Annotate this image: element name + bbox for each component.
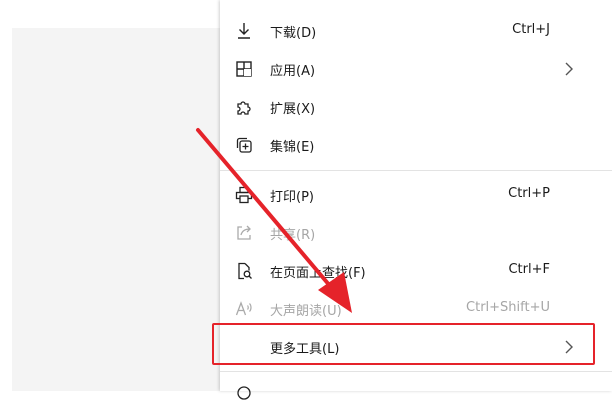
print-icon [233,184,255,206]
menu-item-shortcut: Ctrl+P [508,186,550,201]
menu-item-label: 大声朗读(U) [270,304,342,319]
menu-item-shortcut: Ctrl+J [512,22,550,37]
menu-item-share[interactable]: 共享(R) [220,214,612,252]
page-content-area [12,28,220,391]
collections-icon [233,134,255,156]
gear-icon [233,382,255,404]
menu-item-print[interactable]: 打印(P) Ctrl+P [220,176,612,214]
menu-item-apps[interactable]: 应用(A) [220,50,612,88]
more-tools-highlight-box [212,323,595,365]
menu-item-label: 应用(A) [270,64,316,79]
menu-divider [220,371,612,372]
read-aloud-icon [233,298,255,320]
chevron-right-icon [565,62,573,76]
menu-item-label: 打印(P) [270,190,314,205]
share-icon [233,222,255,244]
download-icon [233,20,255,42]
menu-item-downloads[interactable]: 下载(D) Ctrl+J [220,12,612,50]
menu-item-partial[interactable] [220,378,612,416]
find-on-page-icon [233,260,255,282]
menu-item-find-on-page[interactable]: 在页面上查找(F) Ctrl+F [220,252,612,290]
extensions-icon [233,96,255,118]
menu-item-shortcut: Ctrl+F [508,262,550,277]
menu-item-extensions[interactable]: 扩展(X) [220,88,612,126]
menu-item-label: 集锦(E) [270,140,315,155]
menu-item-label: 扩展(X) [270,102,316,117]
menu-divider [220,170,612,171]
apps-icon [233,58,255,80]
menu-item-collections[interactable]: 集锦(E) [220,126,612,164]
menu-item-shortcut: Ctrl+Shift+U [466,300,550,315]
menu-item-label: 在页面上查找(F) [270,266,366,281]
menu-item-label: 下载(D) [270,26,317,41]
menu-item-label: 共享(R) [270,228,316,243]
